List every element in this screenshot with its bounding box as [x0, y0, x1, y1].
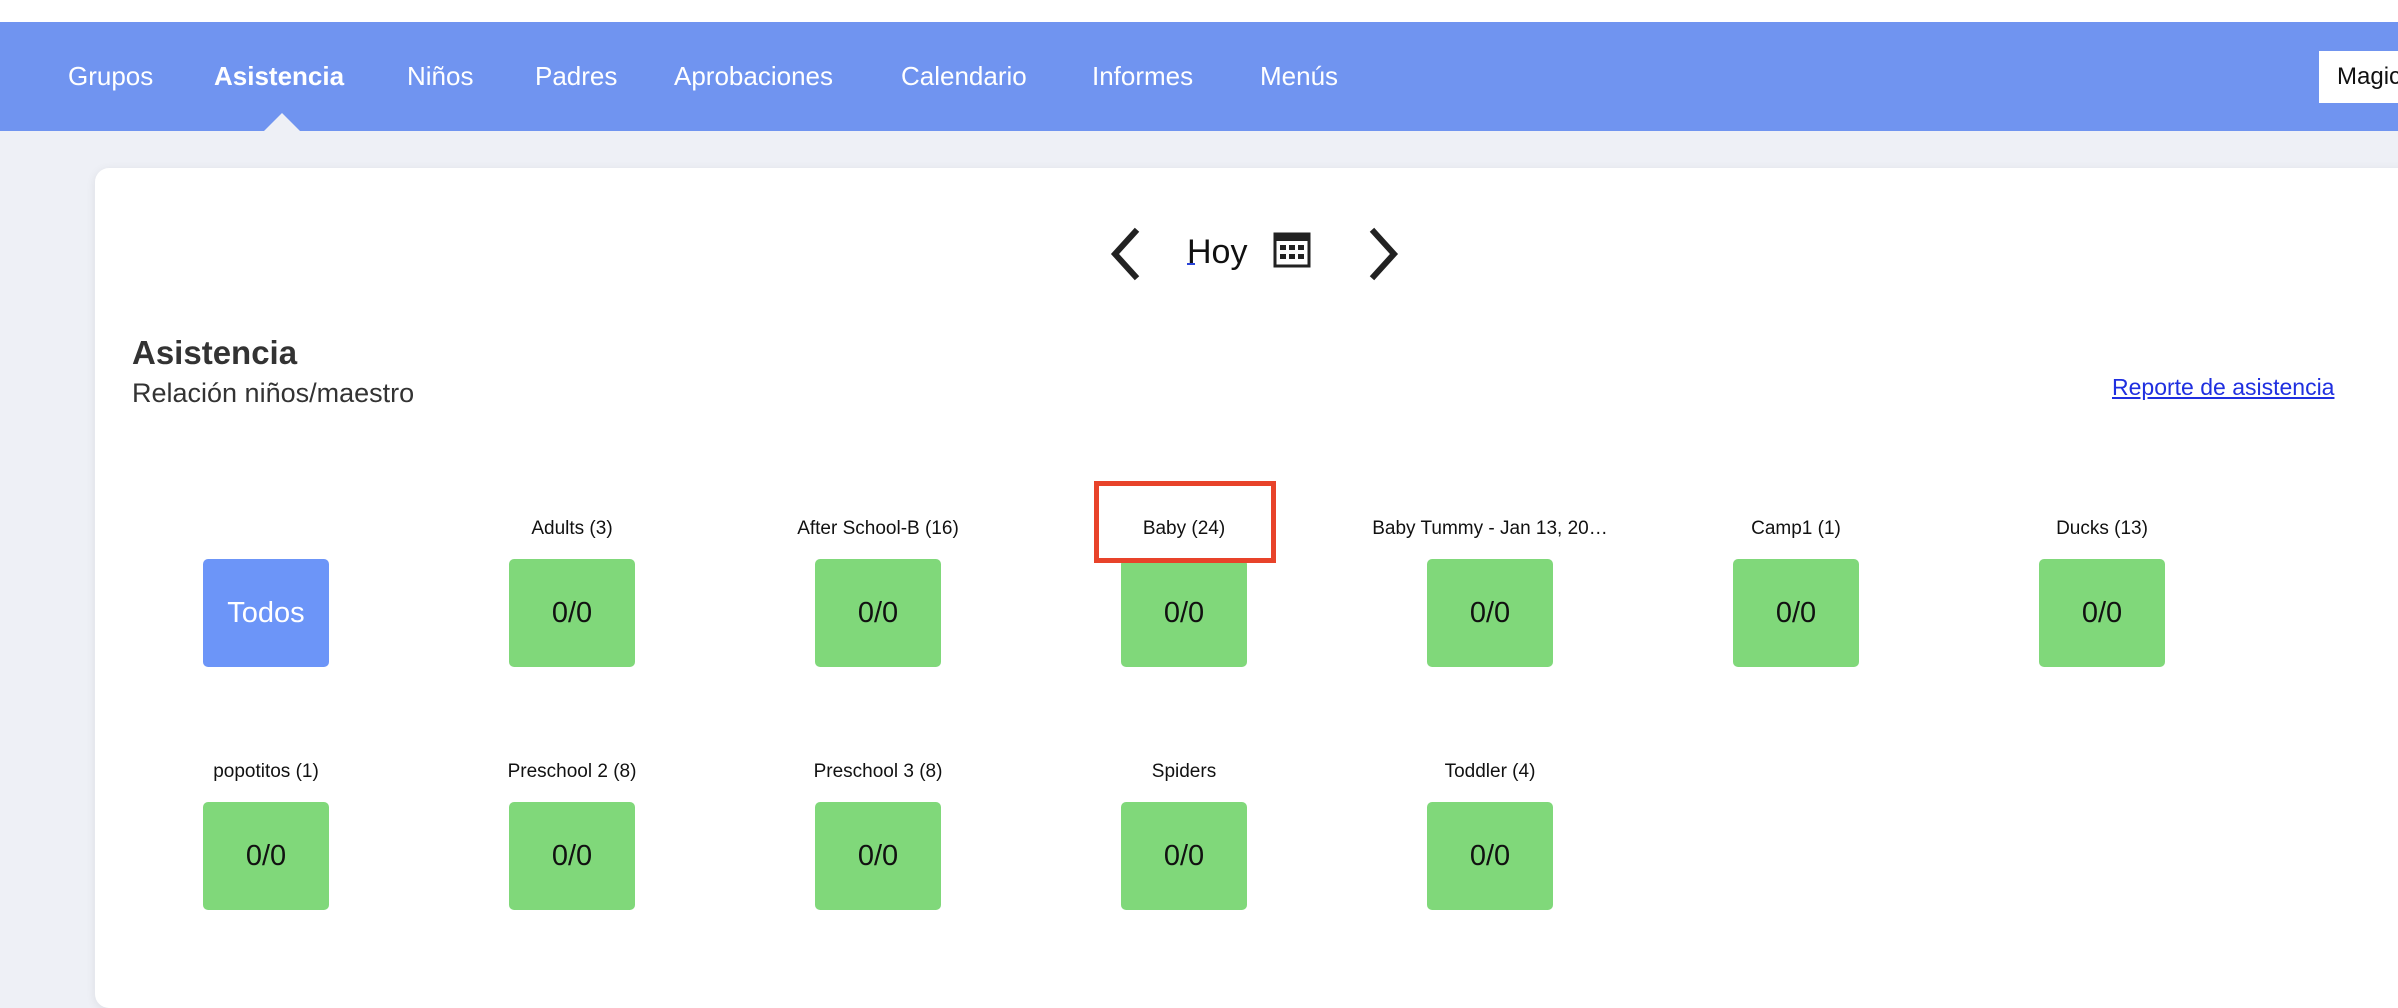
- highlight-box: [1094, 481, 1276, 563]
- page-title: Asistencia: [132, 334, 298, 371]
- group-label-ducks: Ducks (13): [2056, 518, 2148, 539]
- org-selector[interactable]: Magic: [2319, 51, 2398, 103]
- attendance-report-link[interactable]: Reporte de asistencia: [2112, 374, 2334, 401]
- nav-item-ninos[interactable]: Niños: [407, 22, 473, 131]
- top-nav: Grupos Asistencia Niños Padres Aprobacio…: [0, 22, 2398, 131]
- group-label-baby-tummy: Baby Tummy - Jan 13, 20…: [1372, 518, 1608, 539]
- group-tile-camp1[interactable]: 0/0: [1733, 559, 1859, 667]
- group-tile-ducks[interactable]: 0/0: [2039, 559, 2165, 667]
- group-tile-toddler[interactable]: 0/0: [1427, 802, 1553, 910]
- group-label-spiders: Spiders: [1151, 761, 1217, 782]
- group-label-after-school-b: After School-B (16): [797, 518, 959, 539]
- date-label[interactable]: Hoy: [1187, 228, 1247, 276]
- chevron-right-icon[interactable]: [1364, 226, 1404, 282]
- group-label-popotitos: popotitos (1): [213, 761, 319, 782]
- nav-item-grupos[interactable]: Grupos: [68, 22, 153, 131]
- active-tab-indicator: [264, 113, 300, 131]
- group-tile-popotitos[interactable]: 0/0: [203, 802, 329, 910]
- group-label-adults: Adults (3): [531, 518, 613, 539]
- nav-item-menus[interactable]: Menús: [1260, 22, 1338, 131]
- all-groups-button[interactable]: Todos: [203, 559, 329, 667]
- nav-item-calendario[interactable]: Calendario: [901, 22, 1027, 131]
- group-tile-spiders[interactable]: 0/0: [1121, 802, 1247, 910]
- calendar-icon[interactable]: [1273, 232, 1311, 268]
- group-tile-after-school-b[interactable]: 0/0: [815, 559, 941, 667]
- group-tile-baby-tummy[interactable]: 0/0: [1427, 559, 1553, 667]
- group-tile-preschool-2[interactable]: 0/0: [509, 802, 635, 910]
- group-label-toddler: Toddler (4): [1444, 761, 1536, 782]
- group-label-preschool-2: Preschool 2 (8): [507, 761, 637, 782]
- nav-item-informes[interactable]: Informes: [1092, 22, 1193, 131]
- group-label-camp1: Camp1 (1): [1751, 518, 1841, 539]
- group-tile-baby[interactable]: 0/0: [1121, 559, 1247, 667]
- group-label-preschool-3: Preschool 3 (8): [813, 761, 943, 782]
- page-subtitle: Relación niños/maestro: [132, 378, 415, 408]
- group-tile-adults[interactable]: 0/0: [509, 559, 635, 667]
- nav-item-aprobaciones[interactable]: Aprobaciones: [674, 22, 833, 131]
- group-tile-preschool-3[interactable]: 0/0: [815, 802, 941, 910]
- top-strip: [0, 0, 2398, 22]
- chevron-left-icon[interactable]: [1105, 226, 1145, 282]
- nav-item-padres[interactable]: Padres: [535, 22, 617, 131]
